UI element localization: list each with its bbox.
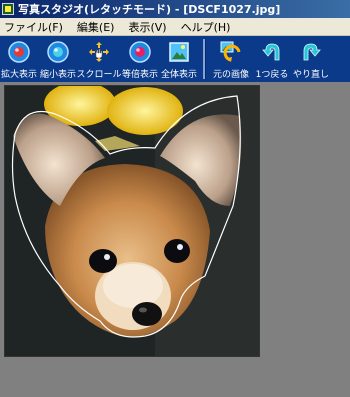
zoom-in-button[interactable]: 拡大表示 xyxy=(0,39,38,81)
menu-file[interactable]: ファイル(F) xyxy=(4,19,63,35)
original-image-button[interactable]: 元の画像 xyxy=(210,39,252,81)
zoom-out-button[interactable]: 縮小表示 xyxy=(39,39,77,81)
actual-size-label: 等倍表示 xyxy=(121,70,158,80)
scroll-button[interactable]: スクロール xyxy=(76,39,122,81)
fit-window-icon xyxy=(166,39,192,65)
actual-size-icon xyxy=(127,39,153,65)
canvas-area[interactable] xyxy=(0,82,350,397)
redo-icon xyxy=(298,39,324,65)
actual-size-button[interactable]: 等倍表示 xyxy=(121,39,159,81)
zoom-in-label: 拡大表示 xyxy=(0,70,37,80)
original-image-label: 元の画像 xyxy=(212,70,249,80)
original-image-icon xyxy=(218,39,244,65)
toolbar: 拡大表示 縮小表示 スクロール 等倍表示 全体表示 元の画像 1つ戻る やり直し xyxy=(0,36,350,82)
fit-window-label: 全体表示 xyxy=(160,70,197,80)
redo-button[interactable]: やり直し xyxy=(292,39,330,81)
fit-window-button[interactable]: 全体表示 xyxy=(160,39,198,81)
undo-label: 1つ戻る xyxy=(255,70,289,80)
menu-view[interactable]: 表示(V) xyxy=(128,19,166,35)
hand-icon xyxy=(86,39,112,65)
window-title-bar: 写真スタジオ(レタッチモード) - [DSCF1027.jpg] xyxy=(0,0,350,18)
scroll-label: スクロール xyxy=(76,70,122,80)
toolbar-separator xyxy=(203,39,206,79)
zoom-out-label: 縮小表示 xyxy=(39,70,76,80)
app-icon xyxy=(2,3,14,15)
menu-edit[interactable]: 編集(E) xyxy=(77,19,115,35)
undo-button[interactable]: 1つ戻る xyxy=(253,39,291,81)
photo-canvas[interactable] xyxy=(4,85,260,357)
dog-photo xyxy=(5,86,259,356)
zoom-in-icon xyxy=(6,39,32,65)
zoom-out-icon xyxy=(45,39,71,65)
menu-bar: ファイル(F) 編集(E) 表示(V) ヘルプ(H) xyxy=(0,18,350,36)
redo-label: やり直し xyxy=(292,70,329,80)
undo-icon xyxy=(259,39,285,65)
menu-help[interactable]: ヘルプ(H) xyxy=(181,19,231,35)
window-title: 写真スタジオ(レタッチモード) - [DSCF1027.jpg] xyxy=(18,3,281,16)
